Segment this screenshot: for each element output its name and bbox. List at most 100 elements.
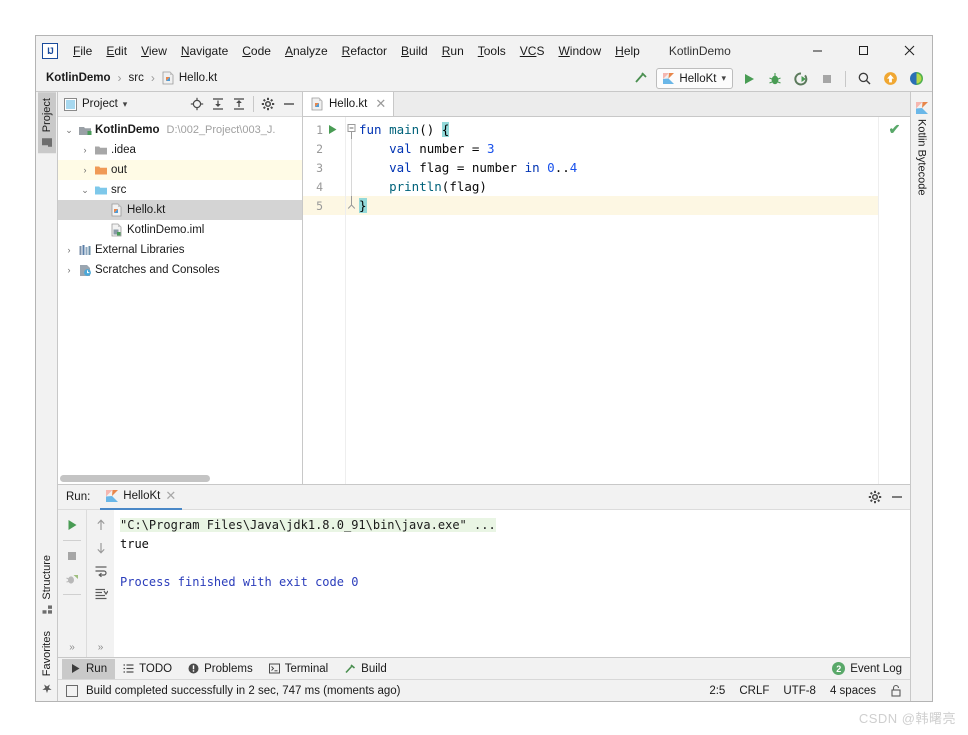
menu-item-navigate[interactable]: Navigate: [174, 41, 235, 61]
hide-panel-icon[interactable]: [280, 95, 298, 113]
project-horizontal-scrollbar[interactable]: [60, 475, 210, 482]
settings-gear-icon[interactable]: [259, 95, 277, 113]
fold-end-icon[interactable]: [346, 196, 357, 215]
more-actions-right[interactable]: »: [98, 642, 104, 657]
breadcrumb-file[interactable]: Hello.kt: [160, 70, 219, 86]
project-title[interactable]: Project ▾: [64, 97, 127, 111]
breadcrumb-src[interactable]: src: [127, 71, 146, 85]
tree-item-idea[interactable]: › .idea: [58, 140, 302, 160]
code-line-3[interactable]: val flag = number in 0..4: [357, 158, 878, 177]
stop-button[interactable]: [817, 68, 837, 89]
bottom-item-terminal[interactable]: Terminal: [261, 659, 336, 679]
code-content[interactable]: fun main() { val number = 3 val flag = n…: [357, 117, 878, 484]
close-icon[interactable]: ✕: [165, 488, 176, 504]
menu-item-refactor[interactable]: Refactor: [335, 41, 394, 61]
menu-item-tools[interactable]: Tools: [471, 41, 513, 61]
sidebar-item-favorites[interactable]: ★ Favorites: [37, 621, 57, 701]
code-line-2[interactable]: val number = 3: [357, 139, 878, 158]
code-line-1[interactable]: fun main() {: [357, 120, 878, 139]
scroll-to-end-button[interactable]: [90, 584, 112, 604]
more-actions-left[interactable]: »: [69, 642, 75, 657]
tree-item-out[interactable]: › out: [58, 160, 302, 180]
tree-item-src[interactable]: ⌄ src: [58, 180, 302, 200]
code-line-5[interactable]: }: [357, 196, 878, 215]
menu-item-window[interactable]: Window: [551, 41, 608, 61]
expand-all-icon[interactable]: [209, 95, 227, 113]
run-tab-hellokt[interactable]: HelloKt ✕: [100, 485, 183, 510]
close-icon[interactable]: ✕: [375, 96, 386, 112]
stop-button[interactable]: [61, 546, 83, 566]
fold-start-icon[interactable]: [346, 120, 357, 139]
chevron-right-icon[interactable]: ›: [62, 265, 76, 275]
gutter-line-3[interactable]: 3: [303, 158, 345, 177]
dump-threads-button[interactable]: [61, 569, 83, 589]
hide-panel-icon[interactable]: [888, 488, 906, 506]
maximize-button[interactable]: [840, 36, 886, 65]
tree-item-kotlindemo[interactable]: ⌄ KotlinDemo D:\002_Project\003_J.: [58, 120, 302, 140]
locate-file-icon[interactable]: [188, 95, 206, 113]
chevron-right-icon[interactable]: ›: [78, 145, 92, 155]
prev-occurrence-button[interactable]: [90, 515, 112, 535]
line-separator[interactable]: CRLF: [739, 685, 769, 697]
next-occurrence-button[interactable]: [90, 538, 112, 558]
tree-item-kotlindemo-iml[interactable]: KotlinDemo.iml: [58, 220, 302, 240]
run-configuration-selector[interactable]: HelloKt ▾: [656, 68, 733, 89]
editor-inspection-strip[interactable]: ✔: [878, 117, 910, 484]
run-with-coverage-button[interactable]: [791, 68, 811, 89]
rerun-button[interactable]: [61, 515, 83, 535]
update-project-icon[interactable]: [880, 68, 900, 89]
tree-item-external-libraries[interactable]: › External Libraries: [58, 240, 302, 260]
chevron-right-icon[interactable]: ›: [62, 245, 76, 255]
run-button[interactable]: [739, 68, 759, 89]
project-tree[interactable]: ⌄ KotlinDemo D:\002_Project\003_J. › .idea › o…: [58, 117, 302, 484]
bottom-item-build[interactable]: Build: [336, 659, 395, 679]
gutter-line-5[interactable]: 5: [303, 196, 345, 215]
sidebar-item-project[interactable]: Project: [37, 92, 56, 154]
ide-feature-icon[interactable]: [906, 68, 926, 89]
debug-button[interactable]: [765, 68, 785, 89]
toolbar-divider: [845, 70, 846, 87]
menu-item-code[interactable]: Code: [235, 41, 278, 61]
close-button[interactable]: [886, 36, 932, 65]
code-line-4[interactable]: println(flag): [357, 177, 878, 196]
gutter-line-1[interactable]: 1: [303, 120, 345, 139]
status-widget-icon[interactable]: [66, 684, 78, 697]
caret-position[interactable]: 2:5: [709, 685, 725, 697]
menu-item-build[interactable]: Build: [394, 41, 435, 61]
gutter-line-2[interactable]: 2: [303, 139, 345, 158]
chevron-down-icon[interactable]: ⌄: [78, 185, 92, 196]
indent-setting[interactable]: 4 spaces: [830, 685, 876, 697]
bottom-item-todo[interactable]: TODO: [115, 659, 180, 679]
gutter-line-4[interactable]: 4: [303, 177, 345, 196]
menu-item-vcs[interactable]: VCS: [513, 41, 552, 61]
chevron-down-icon[interactable]: ⌄: [62, 125, 76, 136]
bottom-item-run[interactable]: Run: [62, 658, 116, 679]
console-output[interactable]: "C:\Program Files\Java\jdk1.8.0_91\bin\j…: [114, 510, 910, 657]
menu-item-analyze[interactable]: Analyze: [278, 41, 335, 61]
breadcrumb-project[interactable]: KotlinDemo: [44, 71, 113, 85]
sidebar-item-structure[interactable]: Structure: [38, 549, 56, 621]
tab-hello-kt[interactable]: Hello.kt ✕: [303, 92, 395, 116]
lock-icon[interactable]: [890, 684, 902, 697]
bottom-item-problems[interactable]: Problems: [180, 659, 261, 679]
collapse-all-icon[interactable]: [230, 95, 248, 113]
run-gutter-icon[interactable]: [323, 124, 341, 135]
menu-item-edit[interactable]: Edit: [99, 41, 134, 61]
tree-item-scratches-and-consoles[interactable]: › Scratches and Consoles: [58, 260, 302, 280]
chevron-right-icon[interactable]: ›: [78, 165, 92, 175]
soft-wrap-button[interactable]: [90, 561, 112, 581]
build-hammer-icon[interactable]: [630, 68, 650, 89]
menu-item-run[interactable]: Run: [435, 41, 471, 61]
menu-item-view[interactable]: View: [134, 41, 174, 61]
sidebar-item-kotlin-bytecode[interactable]: Kotlin Bytecode: [913, 96, 931, 201]
event-log-button[interactable]: 2 Event Log: [832, 662, 902, 675]
search-everywhere-icon[interactable]: [854, 68, 874, 89]
menu-item-help[interactable]: Help: [608, 41, 647, 61]
settings-gear-icon[interactable]: [866, 488, 884, 506]
menu-item-file[interactable]: File: [66, 41, 99, 61]
minimize-button[interactable]: [794, 36, 840, 65]
editor-fold-strip[interactable]: [345, 117, 357, 484]
tree-item-hello-kt[interactable]: Hello.kt: [58, 200, 302, 220]
editor-gutter[interactable]: 1 2 3 4 5: [303, 117, 345, 484]
file-encoding[interactable]: UTF-8: [783, 685, 816, 697]
